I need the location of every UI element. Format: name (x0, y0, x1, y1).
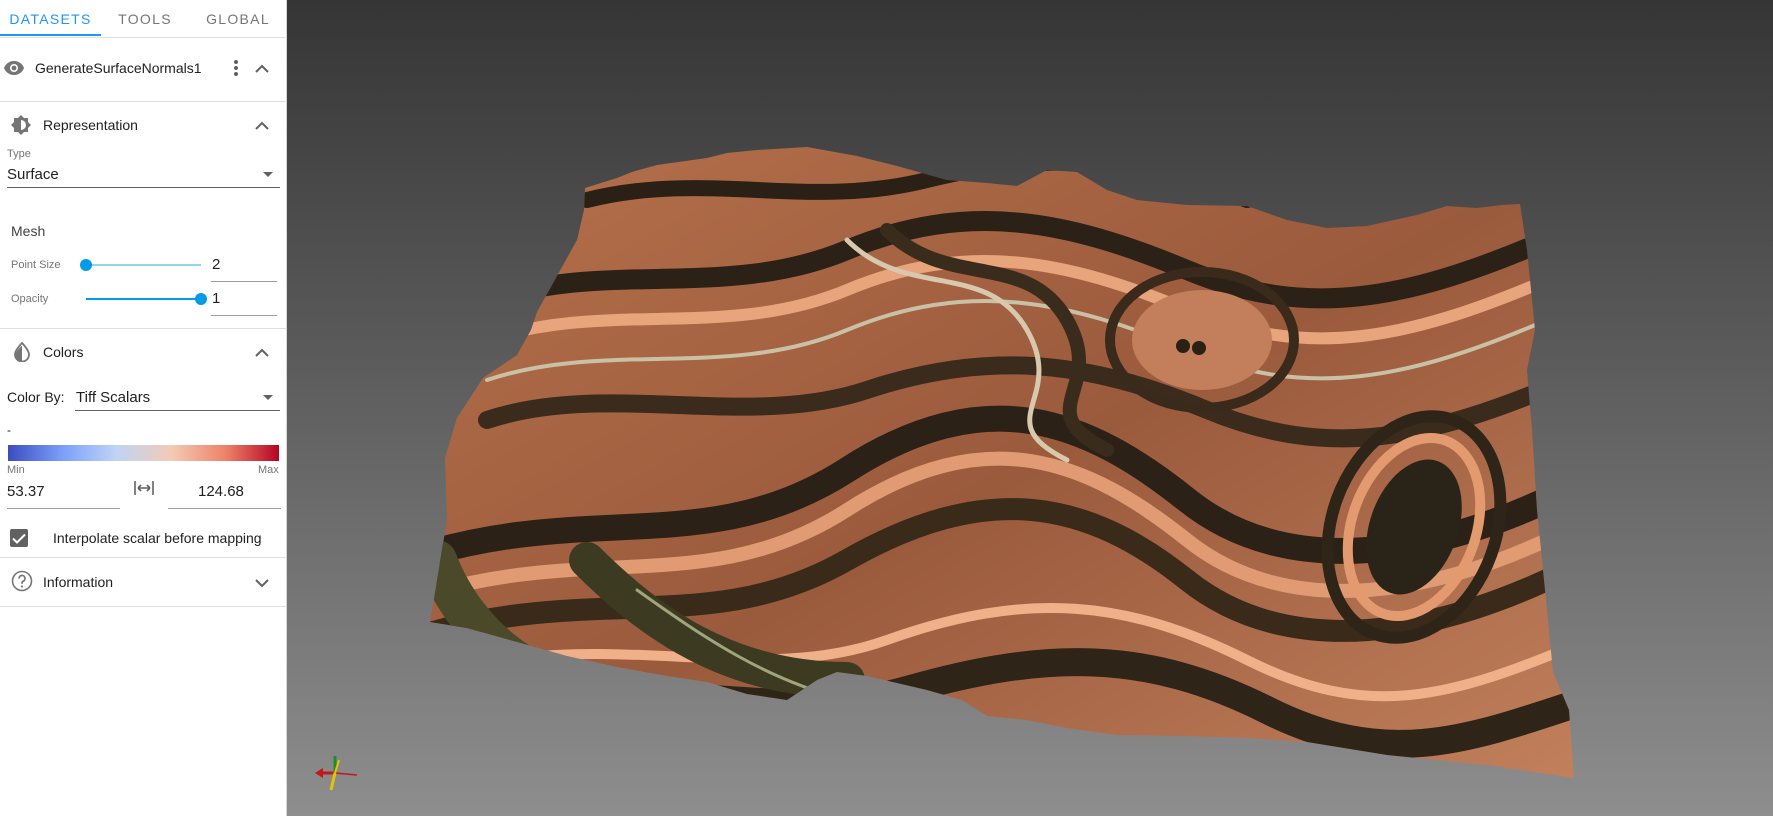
min-label: Min (7, 464, 25, 476)
dropdown-arrow-icon[interactable] (262, 170, 274, 178)
chevron-down-icon[interactable] (253, 575, 271, 591)
point-size-slider[interactable] (86, 264, 201, 266)
interpolate-label: Interpolate scalar before mapping (53, 530, 262, 546)
control-panel: DATASETS TOOLS GLOBAL GenerateSurfaceNor… (0, 0, 287, 816)
type-label: Type (7, 148, 31, 160)
orientation-axes-icon (313, 752, 361, 794)
max-input[interactable]: 124.68 (198, 483, 244, 500)
tab-tools[interactable]: TOOLS (101, 0, 189, 38)
point-size-input-underline (211, 281, 277, 282)
type-select-value[interactable]: Surface (7, 166, 59, 183)
opacity-input-underline (211, 315, 277, 316)
chevron-up-icon[interactable] (253, 60, 271, 76)
terrain-surface (430, 147, 1574, 778)
opacity-label: Opacity (11, 293, 49, 305)
point-size-label: Point Size (11, 259, 61, 271)
more-vert-icon[interactable] (228, 58, 244, 78)
tab-global[interactable]: GLOBAL (189, 0, 287, 38)
colormap-preset-name: - (7, 423, 11, 437)
type-select[interactable] (7, 187, 280, 188)
eye-icon[interactable] (2, 59, 26, 77)
chevron-up-icon[interactable] (253, 117, 271, 133)
opacity-slider-thumb[interactable] (195, 293, 207, 305)
point-size-input[interactable]: 2 (212, 256, 220, 273)
color-by-select[interactable] (75, 410, 280, 411)
colors-title: Colors (43, 344, 84, 360)
help-icon (11, 570, 33, 592)
terrain-texture (430, 147, 1574, 778)
point-size-slider-thumb[interactable] (80, 259, 92, 271)
divider (0, 606, 287, 607)
information-title: Information (43, 574, 114, 590)
chevron-up-icon[interactable] (253, 344, 271, 360)
reset-range-icon[interactable] (133, 478, 155, 498)
color-drop-icon (12, 341, 32, 363)
representation-title: Representation (43, 117, 138, 133)
min-input[interactable]: 53.37 (7, 483, 45, 500)
panel-tabs: DATASETS TOOLS GLOBAL (0, 0, 287, 38)
interpolate-checkbox[interactable] (10, 529, 28, 547)
min-input-underline (7, 508, 120, 509)
divider (0, 37, 287, 38)
color-by-label: Color By: (7, 389, 65, 405)
max-label: Max (258, 464, 279, 476)
divider (0, 101, 287, 102)
checkmark-icon (12, 533, 26, 544)
divider (0, 557, 287, 558)
brightness-icon (10, 114, 32, 136)
opacity-slider[interactable] (86, 298, 201, 300)
color-by-select-value[interactable]: Tiff Scalars (76, 389, 150, 406)
divider (0, 328, 287, 329)
mesh-title: Mesh (11, 223, 46, 239)
opacity-input[interactable]: 1 (212, 290, 220, 307)
active-tab-indicator (0, 34, 101, 36)
dropdown-arrow-icon[interactable] (262, 393, 274, 401)
dataset-name: GenerateSurfaceNormals1 (35, 60, 202, 76)
render-viewport[interactable] (287, 0, 1773, 816)
max-input-underline (168, 508, 281, 509)
tab-datasets[interactable]: DATASETS (0, 0, 101, 38)
colormap-bar[interactable] (8, 445, 279, 461)
